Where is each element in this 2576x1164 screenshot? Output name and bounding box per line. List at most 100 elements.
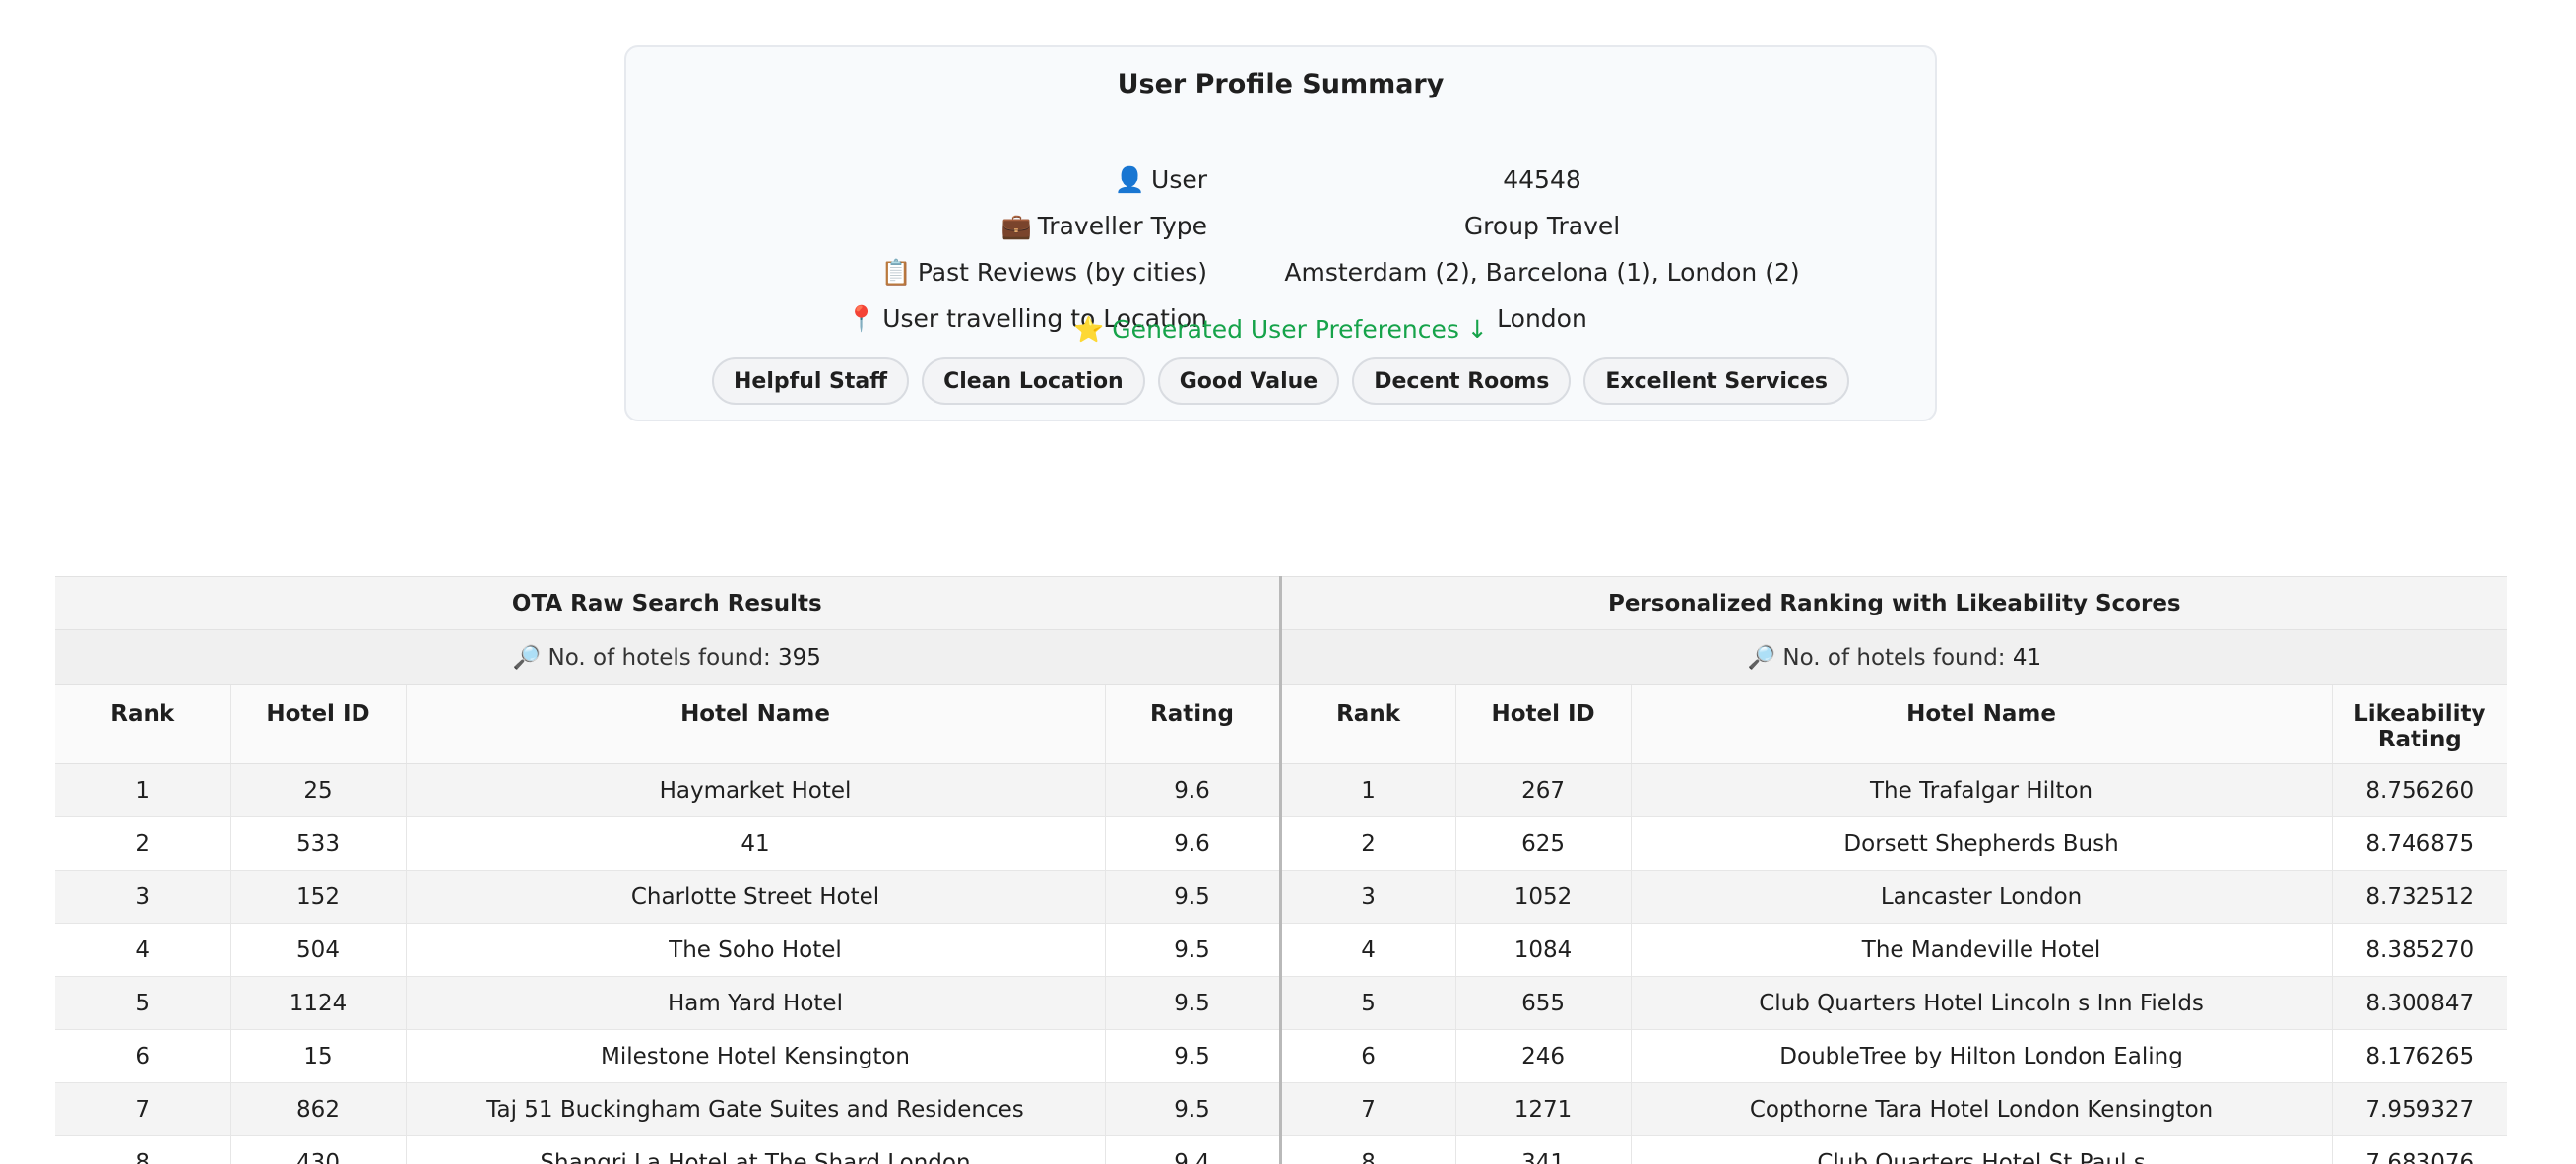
column-header-rating: Rating [1104,684,1281,764]
personalized-hotel-name-cell: Club Quarters Hotel St Paul s [1630,1135,2333,1164]
personalized-hotel-name-cell: The Trafalgar Hilton [1630,763,2333,817]
ota-hotels-found: 🔎 No. of hotels found: 395 [55,629,1281,685]
personalized-hotel-name-cell: Club Quarters Hotel Lincoln s Inn Fields [1630,976,2333,1030]
ota-found-label: 🔎 No. of hotels found: [512,645,771,671]
ota-hotel-id-cell: 152 [229,870,406,924]
ota-hotel-name-cell: Haymarket Hotel [405,763,1105,817]
personalized-likeability-cell: 8.176265 [2331,1029,2507,1083]
profile-value: Amsterdam (2), Barcelona (1), London (2) [1284,258,1800,287]
ota-found-count: 395 [778,645,821,671]
ota-hotel-id-cell: 533 [229,816,406,871]
table-row: 6 15 Milestone Hotel Kensington 9.5 6 246 Doub… [55,1029,2507,1083]
ota-hotel-id-cell: 430 [229,1135,406,1164]
column-header-rank: Rank [1278,684,1456,764]
personalized-likeability-cell: 7.959327 [2331,1082,2507,1136]
ota-rating-cell: 9.6 [1104,763,1281,817]
ota-hotel-id-cell: 862 [229,1082,406,1136]
ota-hotel-id-cell: 15 [229,1029,406,1083]
preference-chip[interactable]: Decent Rooms [1352,357,1572,405]
personalized-hotel-name-cell: Copthorne Tara Hotel London Kensington [1630,1082,2333,1136]
personalized-hotel-name-cell: Lancaster London [1630,870,2333,924]
personalized-hotel-id-cell: 655 [1454,976,1632,1030]
ota-rating-cell: 9.5 [1104,870,1281,924]
profile-label: Traveller Type [1037,212,1207,240]
ota-hotel-name-cell: The Soho Hotel [405,923,1105,977]
profile-label: User [1151,165,1207,194]
profile-value: Group Travel [1463,212,1621,240]
preferences-heading: ⭐ Generated User Preferences ↓ [1073,315,1488,344]
column-header-hotel-id: Hotel ID [229,684,406,764]
ota-hotel-id-cell: 504 [229,923,406,977]
column-header-hotel-name: Hotel Name [405,684,1105,764]
briefcase-icon: 💼 [1000,212,1032,240]
results-tables: OTA Raw Search Results Personalized Rank… [55,576,2507,1164]
ota-rank-cell: 3 [55,870,230,924]
ota-hotel-name-cell: Charlotte Street Hotel [405,870,1105,924]
column-header-hotel-id: Hotel ID [1454,684,1632,764]
personalized-rank-cell: 8 [1278,1135,1456,1164]
comparison-table: OTA Raw Search Results Personalized Rank… [55,576,2507,1164]
ota-rating-cell: 9.5 [1104,923,1281,977]
ota-rating-cell: 9.5 [1104,1082,1281,1136]
column-header-likeability-rating: Likeability Rating [2331,684,2507,764]
personalized-found-label: 🔎 No. of hotels found: [1747,645,2006,671]
personalized-hotel-id-cell: 1271 [1454,1082,1632,1136]
personalized-hotel-id-cell: 246 [1454,1029,1632,1083]
column-header-rank: Rank [55,684,230,764]
personalized-hotels-found: 🔎 No. of hotels found: 41 [1278,629,2507,685]
ota-hotel-name-cell: Taj 51 Buckingham Gate Suites and Reside… [405,1082,1105,1136]
preference-chip[interactable]: Clean Location [922,357,1145,405]
table-row: 3 152 Charlotte Street Hotel 9.5 3 1052 Lancas… [55,870,2507,924]
user-profile-card: User Profile Summary 👤 User 44548 💼 Travel… [624,45,1937,421]
ota-rating-cell: 9.5 [1104,1029,1281,1083]
ota-rating-cell: 9.4 [1104,1135,1281,1164]
ota-hotel-name-cell: Milestone Hotel Kensington [405,1029,1105,1083]
personalized-rank-cell: 6 [1278,1029,1456,1083]
profile-row-past-reviews: 📋 Past Reviews (by cities) Amsterdam (2),… [626,258,1935,301]
column-header-hotel-name: Hotel Name [1630,684,2333,764]
ota-rank-cell: 5 [55,976,230,1030]
ota-hotel-id-cell: 1124 [229,976,406,1030]
ota-rank-cell: 4 [55,923,230,977]
personalized-likeability-cell: 8.385270 [2331,923,2507,977]
ota-rank-cell: 2 [55,816,230,871]
preference-chip[interactable]: Good Value [1157,357,1340,405]
ota-hotel-name-cell: Ham Yard Hotel [405,976,1105,1030]
personalized-hotel-name-cell: Dorsett Shepherds Bush [1630,816,2333,871]
ota-hotel-name-cell: Shangri La Hotel at The Shard London [405,1135,1105,1164]
ota-hotel-id-cell: 25 [229,763,406,817]
profile-row-user: 👤 User 44548 [626,165,1935,209]
profile-label: Past Reviews (by cities) [917,258,1207,287]
ota-rating-cell: 9.6 [1104,816,1281,871]
preference-chip[interactable]: Excellent Services [1583,357,1849,405]
personalized-rank-cell: 2 [1278,816,1456,871]
personalized-rank-cell: 4 [1278,923,1456,977]
table-row: 8 430 Shangri La Hotel at The Shard London… [55,1135,2507,1164]
personalized-likeability-cell: 8.732512 [2331,870,2507,924]
ota-rank-cell: 6 [55,1029,230,1083]
personalized-likeability-cell: 7.683076 [2331,1135,2507,1164]
ota-hotel-name-cell: 41 [405,816,1105,871]
personalized-rank-cell: 5 [1278,976,1456,1030]
table-row: 7 862 Taj 51 Buckingham Gate Suites and Re… [55,1082,2507,1136]
table-row: 2 533 41 9.6 2 625 Dorsett Shepherds Bush 8.746… [55,816,2507,871]
personalized-hotel-id-cell: 267 [1454,763,1632,817]
table-row: 4 504 The Soho Hotel 9.5 4 1084 The Mandeville… [55,923,2507,977]
personalized-hotel-id-cell: 341 [1454,1135,1632,1164]
personalized-hotel-id-cell: 625 [1454,816,1632,871]
profile-row-traveller-type: 💼 Traveller Type Group Travel [626,212,1935,255]
ota-rating-cell: 9.5 [1104,976,1281,1030]
personalized-likeability-cell: 8.756260 [2331,763,2507,817]
profile-value: 44548 [1503,165,1581,194]
preference-chip[interactable]: Helpful Staff [712,357,910,405]
preference-chips: Helpful Staff Clean Location Good Value … [626,357,1935,405]
personalized-hotel-name-cell: DoubleTree by Hilton London Ealing [1630,1029,2333,1083]
table-body: 1 25 Haymarket Hotel 9.6 1 267 The Trafalgar H… [55,763,2507,1164]
ota-rank-cell: 1 [55,763,230,817]
ota-rank-cell: 8 [55,1135,230,1164]
table-row: 1 25 Haymarket Hotel 9.6 1 267 The Trafalgar H… [55,763,2507,817]
personalized-hotel-id-cell: 1052 [1454,870,1632,924]
personalized-hotel-id-cell: 1084 [1454,923,1632,977]
personalized-likeability-cell: 8.300847 [2331,976,2507,1030]
personalized-rank-cell: 7 [1278,1082,1456,1136]
